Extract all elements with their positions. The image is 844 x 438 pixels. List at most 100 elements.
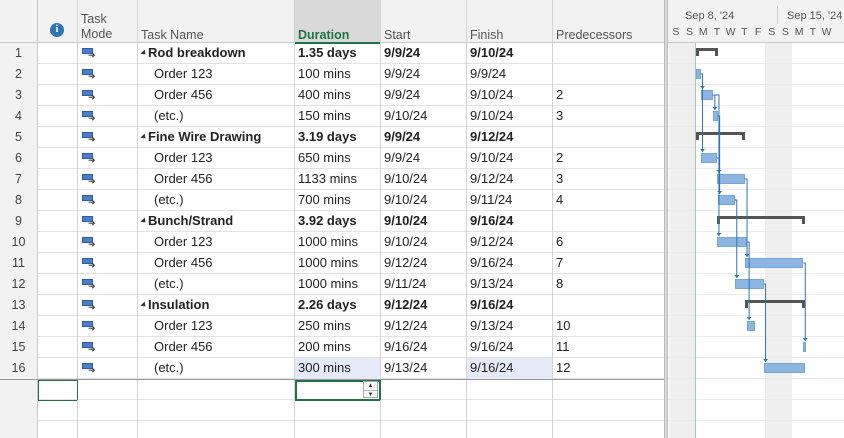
task-mode-cell[interactable]: ➜ <box>78 43 138 64</box>
task-mode-cell[interactable]: ➜ <box>78 316 138 337</box>
duration-edit-field[interactable]: ▲ ▼ <box>295 380 381 401</box>
duration-cell[interactable]: 1.35 days <box>295 43 381 64</box>
predecessors-cell[interactable] <box>553 211 664 232</box>
task-name-cell[interactable] <box>138 400 295 421</box>
task-name-cell[interactable]: Order 123 <box>138 232 295 253</box>
predecessors-cell[interactable]: 3 <box>553 169 664 190</box>
task-mode-cell[interactable]: ➜ <box>78 85 138 106</box>
finish-cell[interactable]: 9/16/24 <box>467 295 553 316</box>
task-row[interactable]: 1 ➜ Rod breakdown 1.35 days 9/9/24 9/10/24 <box>0 43 664 64</box>
task-mode-cell[interactable]: ➜ <box>78 274 138 295</box>
predecessors-cell[interactable]: 8 <box>553 274 664 295</box>
predecessors-cell[interactable] <box>553 380 664 401</box>
task-name-cell[interactable]: Order 456 <box>138 253 295 274</box>
task-row[interactable]: 7 ➜ Order 456 1133 mins 9/10/24 9/12/24 3 <box>0 169 664 190</box>
predecessors-cell[interactable]: 6 <box>553 232 664 253</box>
empty-row[interactable] <box>0 400 664 421</box>
collapse-triangle-icon[interactable] <box>140 301 148 309</box>
task-mode-cell[interactable]: ➜ <box>78 148 138 169</box>
task-mode-cell[interactable]: ➜ <box>78 190 138 211</box>
row-id[interactable] <box>0 400 38 421</box>
start-cell[interactable]: 9/10/24 <box>381 211 467 232</box>
spin-up-icon[interactable]: ▲ <box>364 382 377 390</box>
task-name-cell[interactable]: Rod breakdown <box>138 43 295 64</box>
task-row[interactable]: 16 ➜ (etc.) 300 mins 9/13/24 9/16/24 12 <box>0 358 664 379</box>
start-cell[interactable]: 9/12/24 <box>381 316 467 337</box>
task-row[interactable]: 12 ➜ (etc.) 1000 mins 9/11/24 9/13/24 8 <box>0 274 664 295</box>
row-id[interactable]: 7 <box>0 169 38 190</box>
start-cell[interactable]: 9/9/24 <box>381 85 467 106</box>
duration-cell[interactable]: 3.19 days <box>295 127 381 148</box>
task-name-cell[interactable]: Order 456 <box>138 85 295 106</box>
task-mode-cell[interactable]: ➜ <box>78 106 138 127</box>
duration-cell[interactable]: 1000 mins <box>295 232 381 253</box>
duration-cell[interactable]: 1133 mins <box>295 169 381 190</box>
duration-cell[interactable]: 150 mins <box>295 106 381 127</box>
finish-cell[interactable]: 9/13/24 <box>467 316 553 337</box>
task-row[interactable]: 11 ➜ Order 456 1000 mins 9/12/24 9/16/24 7 <box>0 253 664 274</box>
finish-cell[interactable]: 9/13/24 <box>467 274 553 295</box>
task-mode-cell[interactable]: ➜ <box>78 64 138 85</box>
task-name-cell[interactable]: (etc.) <box>138 106 295 127</box>
task-row[interactable]: 4 ➜ (etc.) 150 mins 9/10/24 9/10/24 3 <box>0 106 664 127</box>
row-id[interactable]: 5 <box>0 127 38 148</box>
row-id[interactable]: 8 <box>0 190 38 211</box>
task-name-cell[interactable]: (etc.) <box>138 274 295 295</box>
duration-cell[interactable]: 1000 mins <box>295 274 381 295</box>
finish-cell[interactable]: 9/16/24 <box>467 358 553 379</box>
task-mode-cell[interactable] <box>78 380 138 401</box>
task-name-cell[interactable]: (etc.) <box>138 190 295 211</box>
task-name-cell[interactable]: Order 456 <box>138 169 295 190</box>
predecessors-cell[interactable] <box>553 295 664 316</box>
predecessors-cell[interactable]: 4 <box>553 190 664 211</box>
start-cell[interactable]: 9/13/24 <box>381 358 467 379</box>
row-id[interactable]: 1 <box>0 43 38 64</box>
predecessors-cell[interactable]: 2 <box>553 85 664 106</box>
finish-cell[interactable]: 9/10/24 <box>467 148 553 169</box>
start-cell[interactable]: 9/11/24 <box>381 274 467 295</box>
duration-cell[interactable]: 700 mins <box>295 190 381 211</box>
empty-row[interactable]: ▲ ▼ <box>0 379 664 401</box>
duration-cell[interactable]: 650 mins <box>295 148 381 169</box>
finish-cell[interactable]: 9/12/24 <box>467 127 553 148</box>
collapse-triangle-icon[interactable] <box>140 49 148 57</box>
task-name-cell[interactable]: (etc.) <box>138 358 295 379</box>
row-id[interactable]: 6 <box>0 148 38 169</box>
column-header-predecessors[interactable]: Predecessors <box>553 0 664 43</box>
column-header-finish[interactable]: Finish <box>467 0 553 43</box>
finish-cell[interactable]: 9/16/24 <box>467 211 553 232</box>
finish-cell[interactable]: 9/9/24 <box>467 64 553 85</box>
collapse-triangle-icon[interactable] <box>140 217 148 225</box>
row-id[interactable]: 13 <box>0 295 38 316</box>
finish-cell[interactable]: 9/10/24 <box>467 85 553 106</box>
column-header-duration[interactable]: Duration <box>295 0 381 44</box>
start-cell[interactable]: 9/12/24 <box>381 295 467 316</box>
start-cell[interactable]: 9/12/24 <box>381 253 467 274</box>
start-cell[interactable]: 9/9/24 <box>381 148 467 169</box>
start-cell[interactable]: 9/10/24 <box>381 232 467 253</box>
row-id[interactable] <box>0 380 38 401</box>
predecessors-cell[interactable]: 3 <box>553 106 664 127</box>
predecessors-cell[interactable]: 12 <box>553 358 664 379</box>
row-id[interactable]: 10 <box>0 232 38 253</box>
task-name-cell[interactable] <box>138 380 295 401</box>
row-id[interactable]: 16 <box>0 358 38 379</box>
row-id[interactable]: 11 <box>0 253 38 274</box>
row-id[interactable]: 3 <box>0 85 38 106</box>
duration-cell[interactable]: 200 mins <box>295 337 381 358</box>
duration-cell[interactable]: 3.92 days <box>295 211 381 232</box>
duration-spinner[interactable]: ▲ ▼ <box>363 381 378 398</box>
finish-cell[interactable]: 9/16/24 <box>467 253 553 274</box>
task-mode-cell[interactable]: ➜ <box>78 337 138 358</box>
column-header-start[interactable]: Start <box>381 0 467 43</box>
column-header-task-name[interactable]: Task Name <box>138 0 295 43</box>
task-row[interactable]: 9 ➜ Bunch/Strand 3.92 days 9/10/24 9/16/24 <box>0 211 664 232</box>
task-row[interactable]: 5 ➜ Fine Wire Drawing 3.19 days 9/9/24 9/12/2… <box>0 127 664 148</box>
task-mode-cell[interactable]: ➜ <box>78 295 138 316</box>
task-name-cell[interactable]: Bunch/Strand <box>138 211 295 232</box>
task-row[interactable]: 10 ➜ Order 123 1000 mins 9/10/24 9/12/24 6 <box>0 232 664 253</box>
finish-cell[interactable]: 9/16/24 <box>467 337 553 358</box>
task-name-cell[interactable]: Order 123 <box>138 64 295 85</box>
predecessors-cell[interactable] <box>553 127 664 148</box>
row-id[interactable]: 15 <box>0 337 38 358</box>
